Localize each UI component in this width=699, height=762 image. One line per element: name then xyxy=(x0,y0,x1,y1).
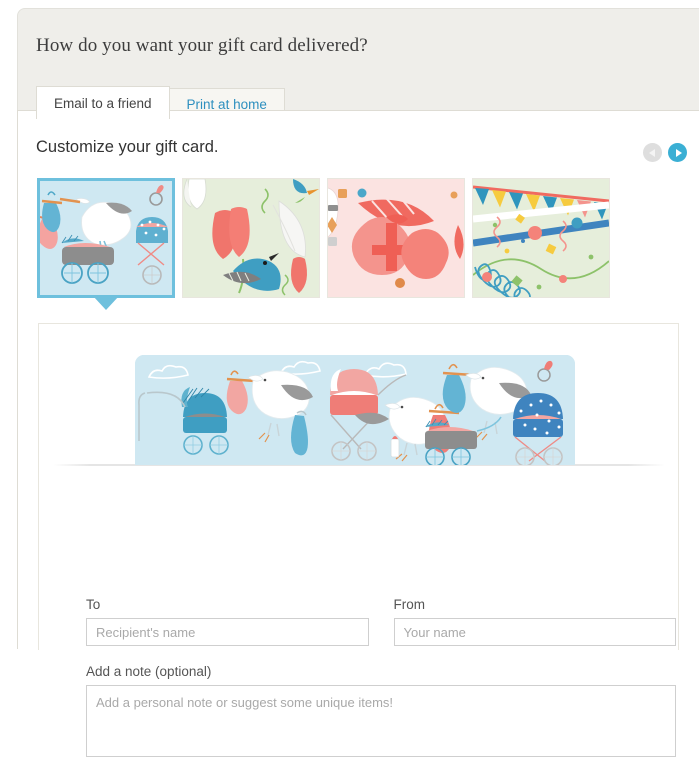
to-field-group: To xyxy=(86,597,369,646)
gift-card-preview-image xyxy=(135,355,575,465)
design-carousel-nav xyxy=(643,143,687,162)
tulips-bird-illustration xyxy=(183,179,319,297)
design-thumbnail-party-confetti[interactable] xyxy=(472,178,610,298)
design-thumbnail-stork-baby[interactable] xyxy=(37,178,175,310)
page-title: How do you want your gift card delivered… xyxy=(36,35,368,56)
to-input[interactable] xyxy=(86,618,369,646)
carousel-prev-button[interactable] xyxy=(643,143,662,162)
thumbnail-image xyxy=(40,181,172,295)
stork-baby-illustration xyxy=(40,181,172,295)
selected-design-pointer xyxy=(93,296,119,310)
design-thumbnail-tulips-bird[interactable] xyxy=(182,178,320,298)
design-thumbnail-strip xyxy=(37,178,610,310)
tab-label: Email to a friend xyxy=(54,96,152,111)
from-input[interactable] xyxy=(393,618,676,646)
design-thumbnail-hearts-valentine[interactable] xyxy=(327,178,465,298)
from-field-group: From xyxy=(393,597,676,646)
note-label: Add a note (optional) xyxy=(86,664,212,679)
hearts-valentine-illustration xyxy=(328,179,464,297)
customize-card-panel: Customize your gift card. To Recipient's… xyxy=(17,110,699,757)
section-title: Customize your gift card. xyxy=(36,138,219,156)
tab-email-to-a-friend[interactable]: Email to a friend xyxy=(36,86,170,119)
note-textarea[interactable] xyxy=(86,685,676,757)
stork-baby-card-illustration xyxy=(135,355,575,465)
to-label: To xyxy=(86,597,101,612)
recipient-sender-row: To From xyxy=(86,597,676,646)
carousel-next-button[interactable] xyxy=(668,143,687,162)
thumbnail-image xyxy=(473,179,609,297)
note-field-group: Add a note (optional) xyxy=(86,664,676,762)
from-label: From xyxy=(393,597,426,612)
party-confetti-illustration xyxy=(473,179,609,297)
thumbnail-image xyxy=(183,179,319,297)
triangle-left-icon xyxy=(648,148,655,157)
triangle-right-icon xyxy=(675,148,682,157)
thumbnail-image xyxy=(328,179,464,297)
gift-card-form: To From Add a note (optional) xyxy=(86,597,676,762)
gift-card-preview-container: To From Add a note (optional) xyxy=(38,323,679,757)
